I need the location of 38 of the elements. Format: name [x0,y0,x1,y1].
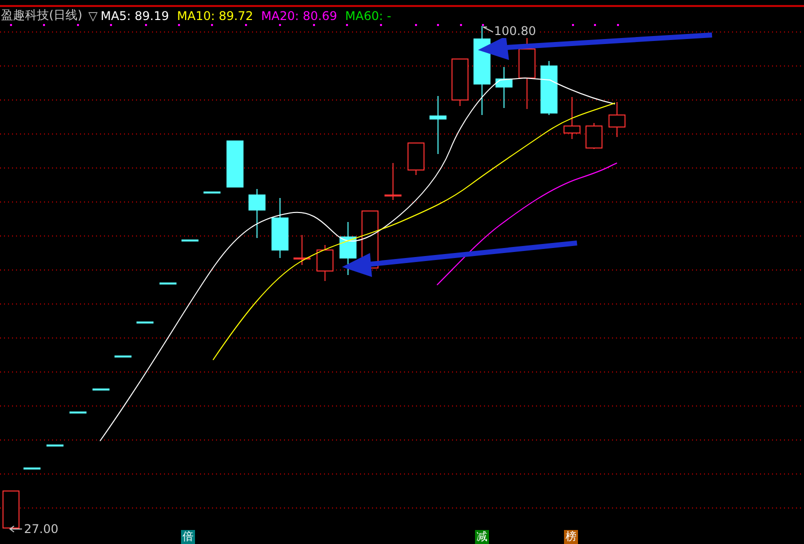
candlestick [182,240,198,242]
signal-tag: 倍 [181,530,195,544]
low-price-label: 27.00 [24,522,58,536]
candlestick [204,192,220,194]
candlestick [496,66,512,108]
candlestick [430,96,446,154]
candlestick [272,198,288,258]
candlestick [24,468,40,470]
moving-average-value: MA20: 80.69 [261,8,338,22]
candlestick [46,444,64,446]
signal-tag: 减 [475,530,489,544]
leader-line [9,526,22,532]
candlestick [92,388,110,390]
candlestick [540,60,558,116]
candlestick [226,140,244,188]
candlestick [70,412,86,414]
candlestick [408,142,424,176]
moving-average-value: MA5: 89.19 [100,8,170,22]
menu-toggle[interactable]: ▽ [88,8,98,22]
candlestick [248,188,266,238]
signal-tag: 榜 [564,530,578,544]
candlestick [586,122,602,150]
candlestick [384,162,402,200]
leader-line [482,26,494,32]
moving-average-value: MA60: - [345,8,392,22]
stock-title: 盈趣科技(日线) [1,7,82,24]
candlestick [316,244,334,282]
candlestick [114,356,132,358]
candlestick [608,102,626,138]
moving-average-value: MA10: 89.72 [177,8,254,22]
candlestick [136,322,154,324]
candlestick [452,58,468,106]
candlestick [564,96,580,140]
candlestick [2,490,20,528]
candlestick [294,234,310,266]
high-price-label: 100.80 [494,24,537,38]
candlestick [340,222,356,276]
candlestick [160,282,176,284]
